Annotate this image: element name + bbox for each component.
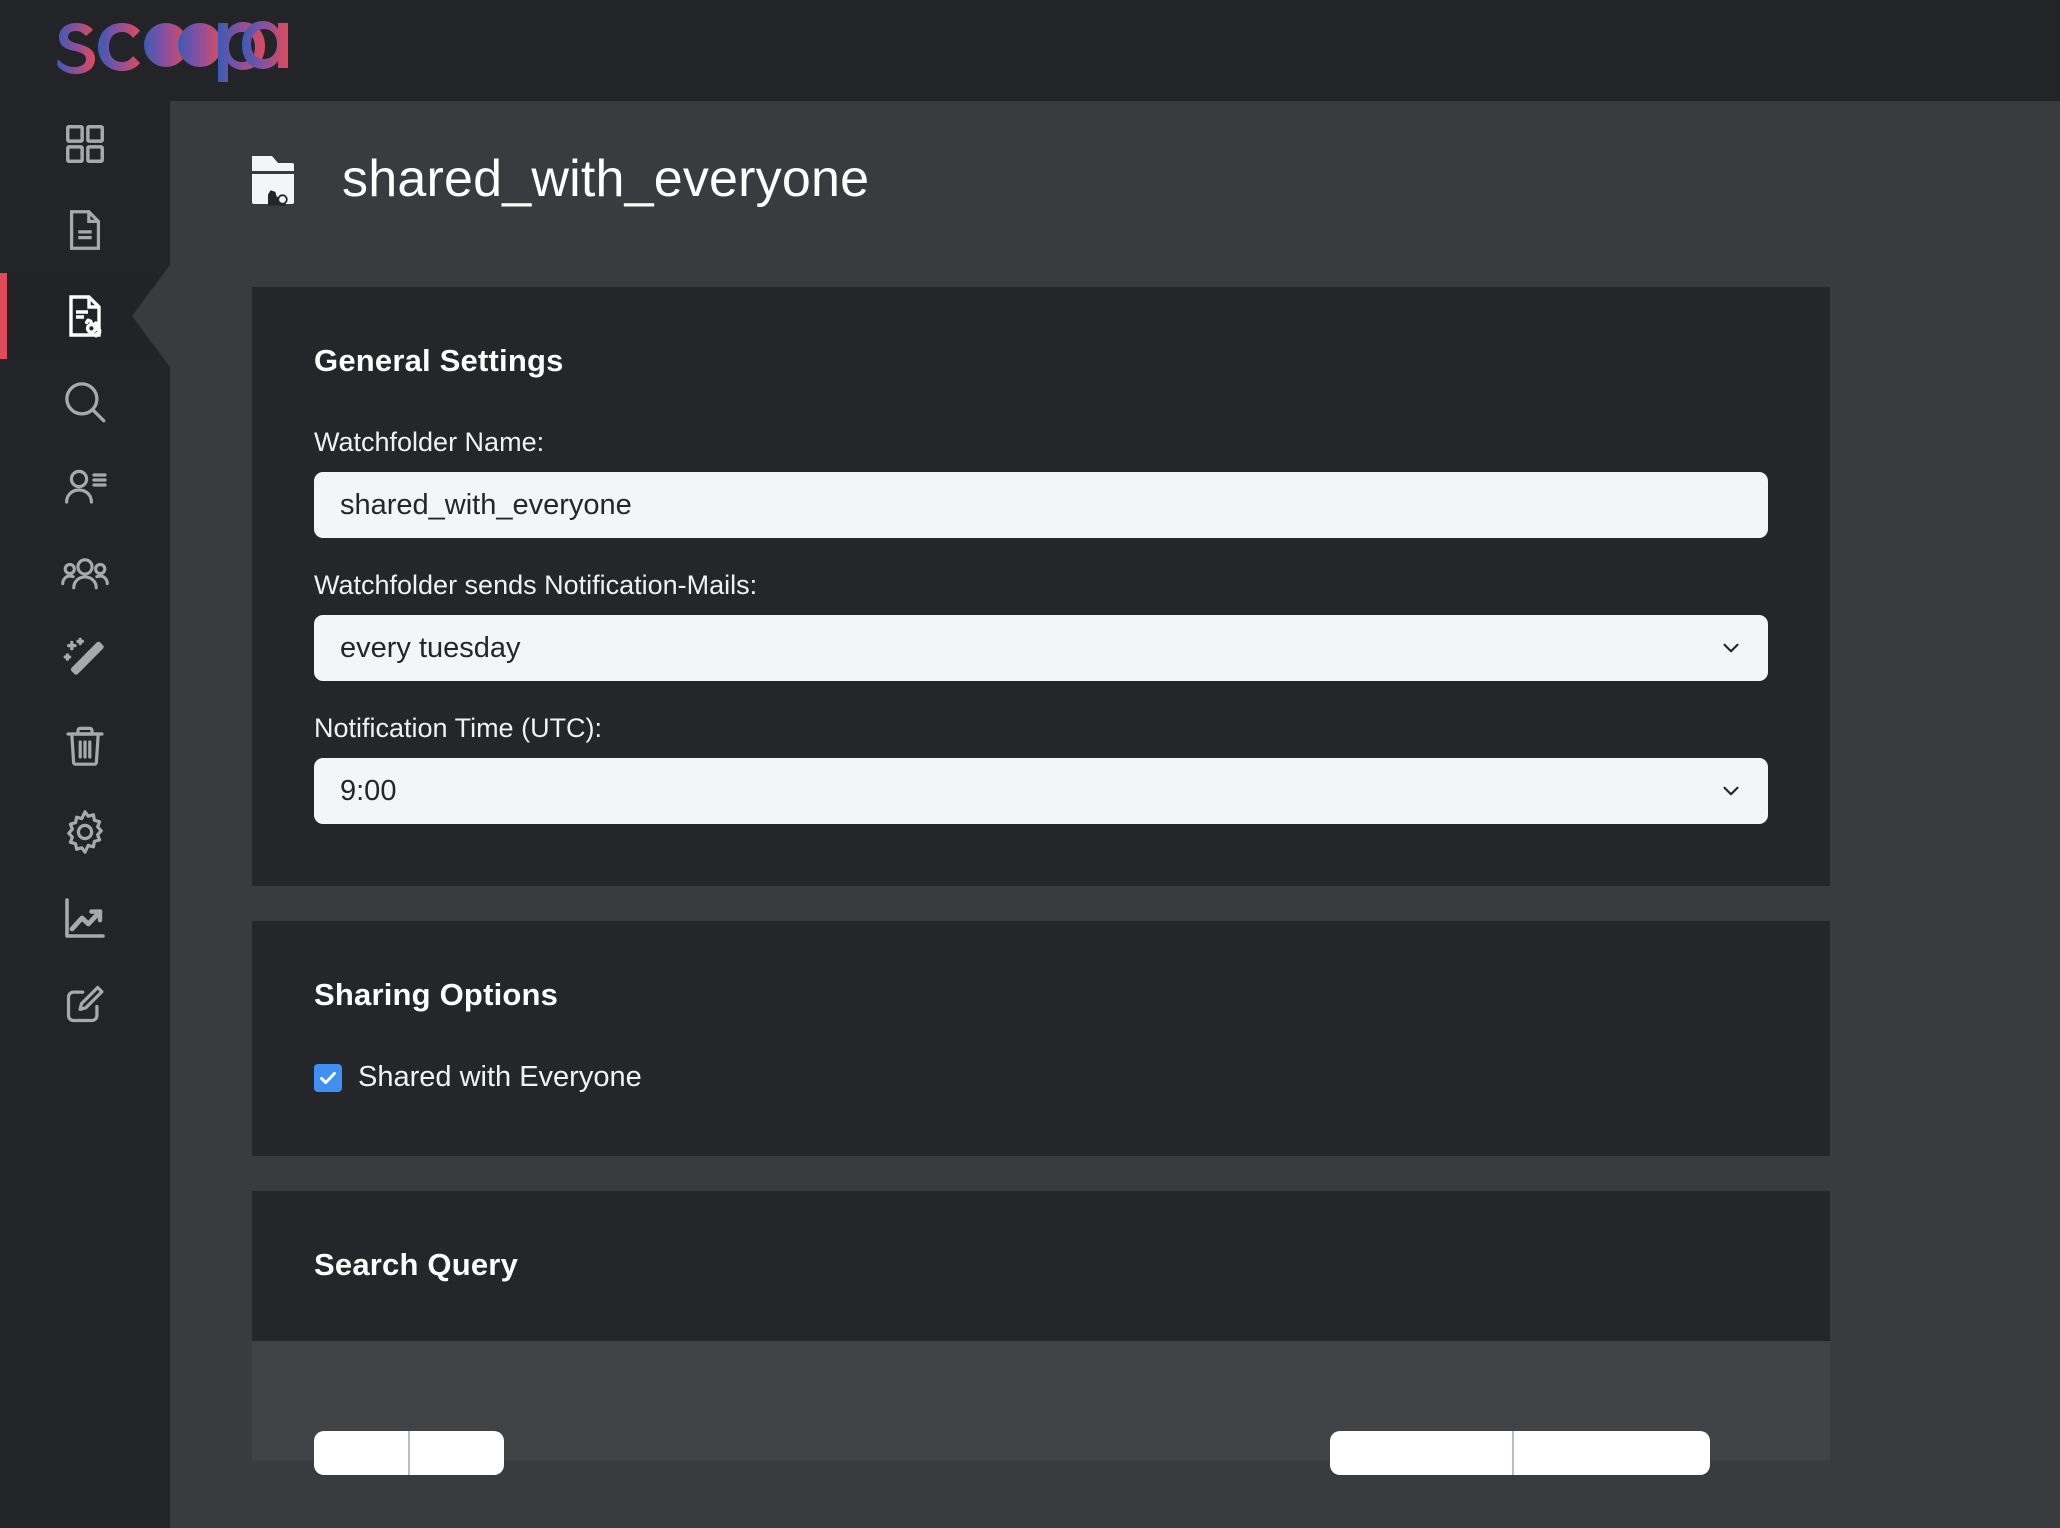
sidebar xyxy=(0,101,170,1528)
chart-trend-up-icon xyxy=(61,894,109,942)
active-notch xyxy=(132,265,170,367)
sidebar-item-dashboard[interactable] xyxy=(0,101,170,187)
notification-time-value: 9:00 xyxy=(340,774,397,807)
search-query-card: Search Query xyxy=(252,1191,1830,1475)
page-title: shared_with_everyone xyxy=(342,150,870,208)
app-root: shared_with_everyone General Settings Wa… xyxy=(0,0,2060,1528)
notification-mails-select[interactable]: every tuesday xyxy=(314,615,1768,681)
field-notification-mails: Watchfolder sends Notification-Mails: ev… xyxy=(314,570,1768,681)
watchfolder-name-input[interactable] xyxy=(314,472,1768,538)
sidebar-item-settings[interactable] xyxy=(0,789,170,875)
settings-cards: General Settings Watchfolder Name: Watch… xyxy=(252,287,1830,1475)
search-query-builder-panel xyxy=(252,1341,1830,1475)
shared-with-everyone-row[interactable]: Shared with Everyone xyxy=(314,1061,1768,1094)
user-list-icon xyxy=(61,464,109,512)
search-query-title: Search Query xyxy=(314,1247,519,1282)
query-chip-first[interactable] xyxy=(314,1431,504,1475)
sidebar-item-search[interactable] xyxy=(0,359,170,445)
active-accent-bar xyxy=(0,273,7,359)
sidebar-item-magic[interactable] xyxy=(0,617,170,703)
shared-with-everyone-label: Shared with Everyone xyxy=(358,1061,642,1093)
chevron-down-icon xyxy=(1718,635,1744,661)
gear-icon xyxy=(61,808,109,856)
field-notification-time: Notification Time (UTC): 9:00 xyxy=(314,713,1768,824)
notification-time-label: Notification Time (UTC): xyxy=(314,713,603,743)
field-watchfolder-name: Watchfolder Name: xyxy=(314,427,1768,538)
chevron-down-icon xyxy=(1718,778,1744,804)
grid-icon xyxy=(62,121,108,167)
sidebar-item-statistics[interactable] xyxy=(0,875,170,961)
main-content: shared_with_everyone General Settings Wa… xyxy=(170,101,2060,1528)
sidebar-item-watchfolders[interactable] xyxy=(0,265,170,367)
document-icon xyxy=(62,207,108,253)
sidebar-item-documents[interactable] xyxy=(0,187,170,273)
sidebar-item-edit[interactable] xyxy=(0,961,170,1047)
notification-time-select[interactable]: 9:00 xyxy=(314,758,1768,824)
document-gear-icon xyxy=(61,292,109,340)
sidebar-item-user-profile[interactable] xyxy=(0,445,170,531)
sidebar-item-groups[interactable] xyxy=(0,531,170,617)
sharing-options-card: Sharing Options Shared with Everyone xyxy=(252,921,1830,1156)
general-settings-title: General Settings xyxy=(314,343,564,378)
notification-mails-label: Watchfolder sends Notification-Mails: xyxy=(314,570,758,600)
trash-icon xyxy=(61,722,109,770)
topbar xyxy=(0,0,2060,101)
general-settings-card: General Settings Watchfolder Name: Watch… xyxy=(252,287,1830,886)
query-chip-second[interactable] xyxy=(1330,1431,1710,1475)
shared-with-everyone-checkbox[interactable] xyxy=(314,1063,342,1092)
users-group-icon xyxy=(60,549,110,599)
watchfolder-name-label: Watchfolder Name: xyxy=(314,427,545,457)
search-icon xyxy=(60,377,110,427)
notification-mails-value: every tuesday xyxy=(340,631,521,664)
watchfolder-icon xyxy=(250,150,312,208)
magic-wand-icon xyxy=(61,636,109,684)
query-chip-divider xyxy=(408,1431,410,1475)
sharing-options-title: Sharing Options xyxy=(314,977,559,1012)
sidebar-item-trash[interactable] xyxy=(0,703,170,789)
brand-logo[interactable] xyxy=(48,16,288,82)
edit-square-icon xyxy=(62,981,108,1027)
query-chip-divider xyxy=(1512,1431,1514,1475)
page-header: shared_with_everyone xyxy=(170,101,2060,209)
